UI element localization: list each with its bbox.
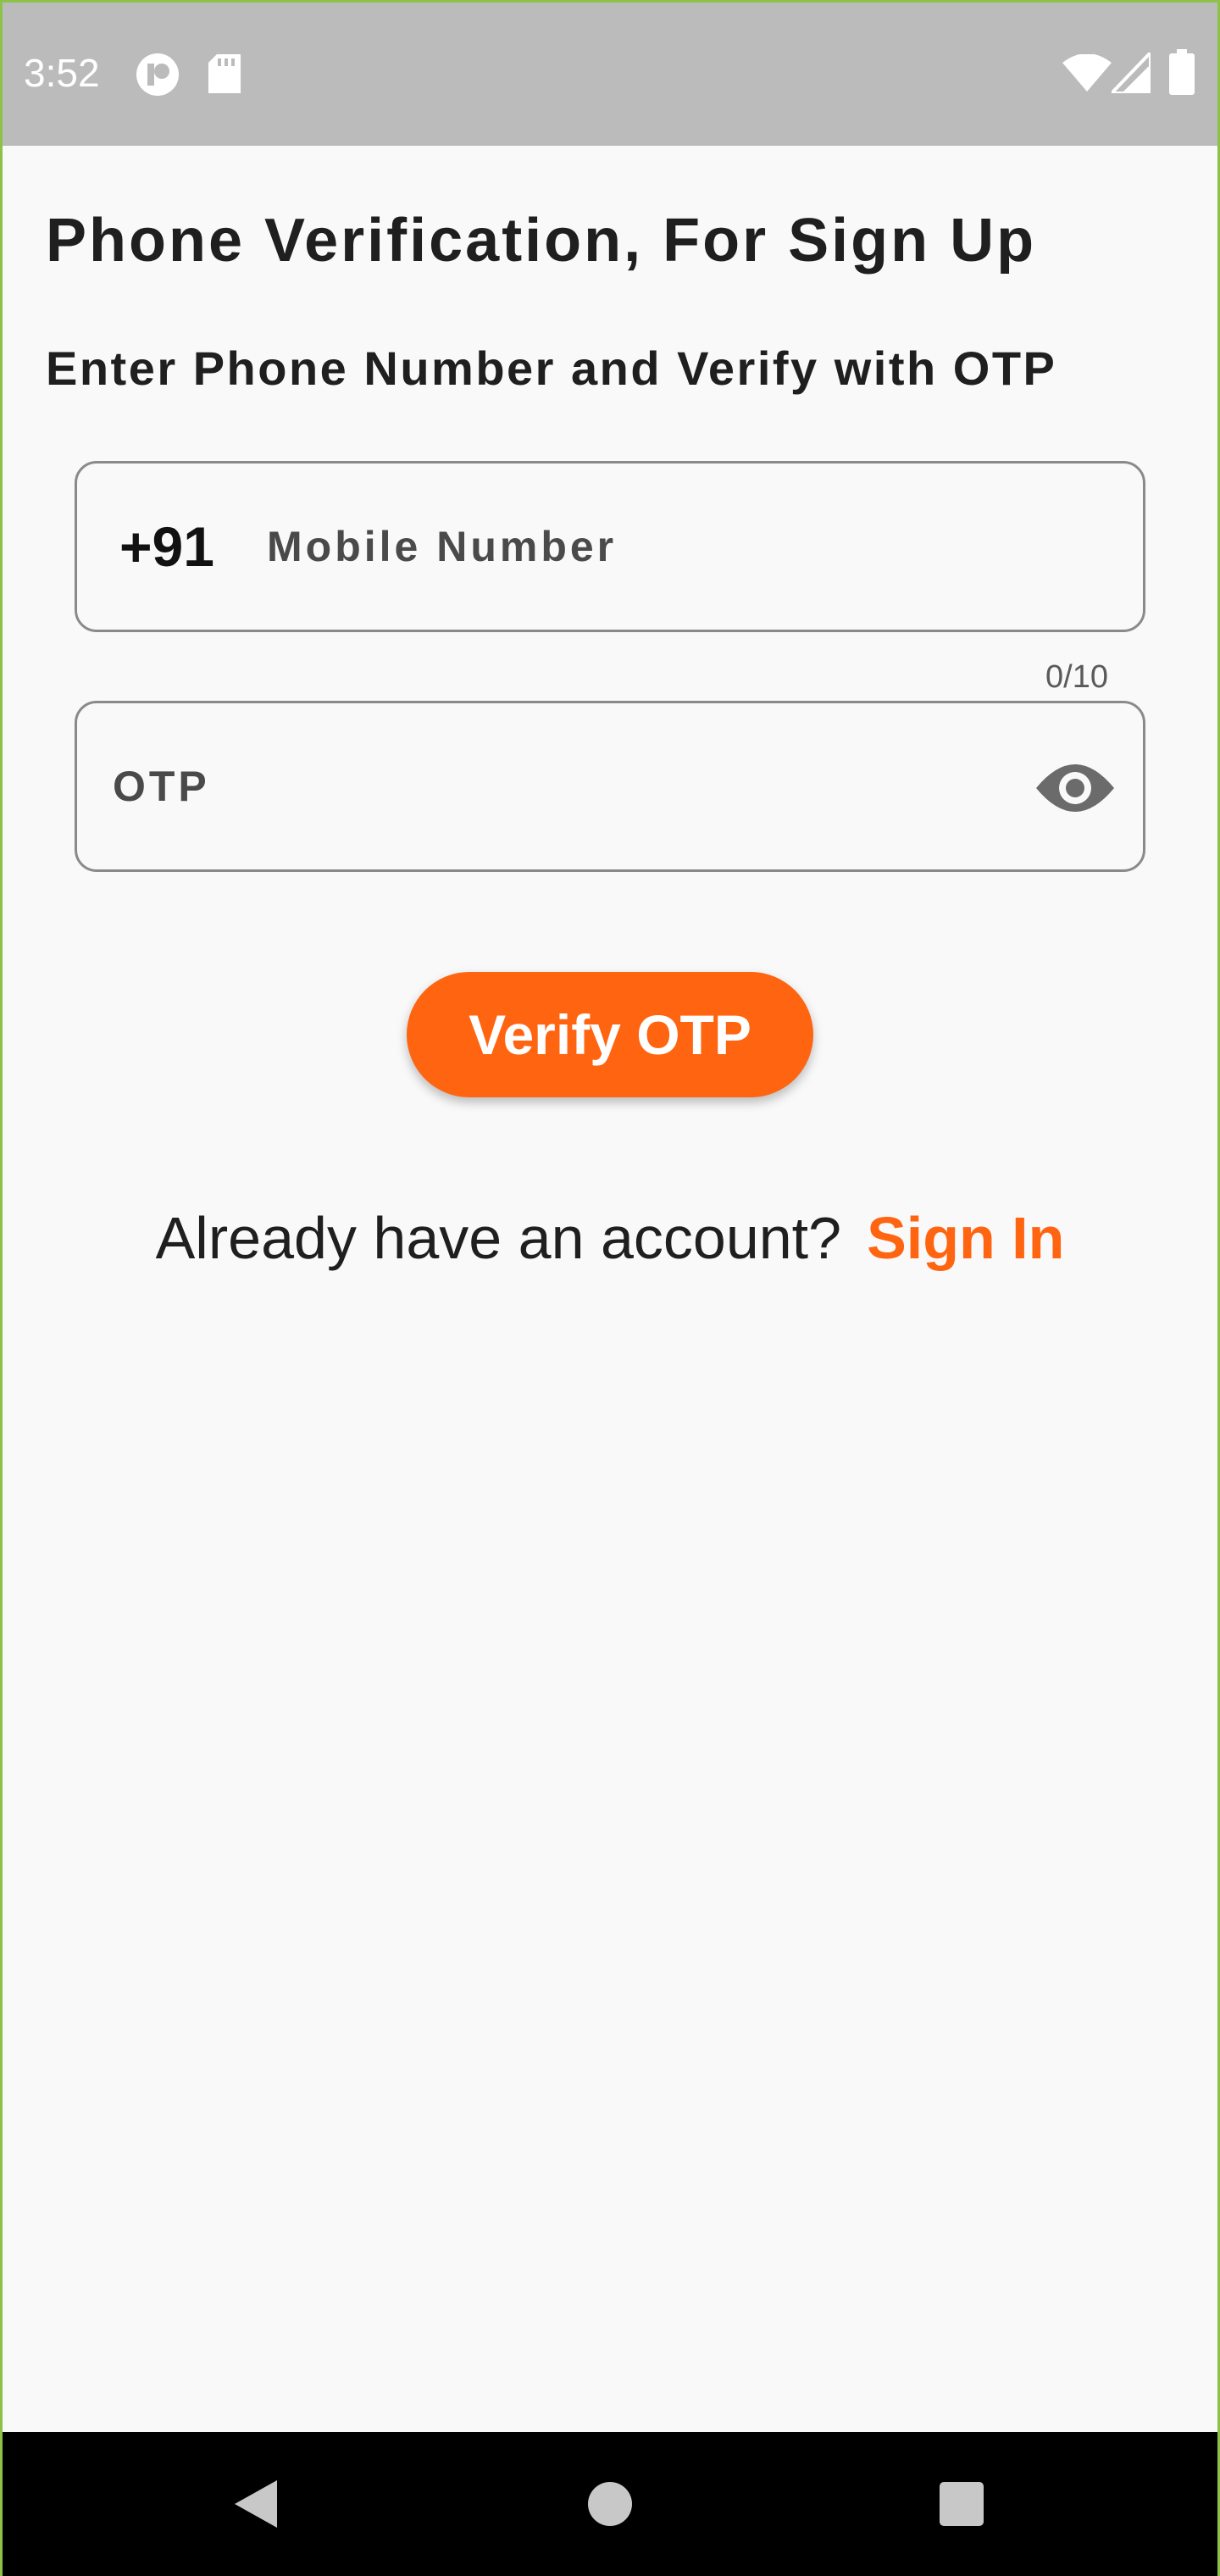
home-icon — [588, 2482, 632, 2526]
wifi-icon — [1062, 54, 1112, 92]
signin-row: Already have an account? Sign In — [0, 1202, 1220, 1274]
status-bar: 3:52 — [0, 0, 1220, 146]
character-counter: 0/10 — [1045, 659, 1108, 695]
show-otp-toggle[interactable] — [1033, 752, 1117, 824]
sign-in-link[interactable]: Sign In — [867, 1205, 1064, 1271]
verify-otp-button[interactable]: Verify OTP — [407, 972, 813, 1097]
country-code-prefix: +91 — [119, 515, 214, 578]
otp-label: OTP — [113, 763, 210, 810]
back-icon — [235, 2480, 277, 2528]
mobile-number-label: Mobile Number — [267, 523, 618, 570]
otp-field[interactable]: OTP — [75, 701, 1145, 872]
navigation-bar — [0, 2432, 1220, 2576]
page-title: Phone Verification, For Sign Up — [46, 207, 1037, 275]
eye-icon — [1036, 764, 1114, 812]
cell-signal-icon — [1112, 53, 1151, 93]
notification-app-icon — [136, 53, 179, 96]
sd-card-icon — [208, 54, 241, 93]
signin-prompt: Already have an account? — [155, 1205, 842, 1271]
status-time: 3:52 — [24, 51, 100, 95]
recents-button[interactable] — [923, 2466, 1000, 2542]
home-button[interactable] — [572, 2466, 648, 2542]
page-subtitle: Enter Phone Number and Verify with OTP — [46, 341, 1057, 395]
recents-icon — [940, 2482, 984, 2526]
battery-icon — [1169, 49, 1195, 95]
mobile-number-field[interactable]: +91 Mobile Number — [75, 461, 1145, 632]
back-button[interactable] — [217, 2466, 293, 2542]
